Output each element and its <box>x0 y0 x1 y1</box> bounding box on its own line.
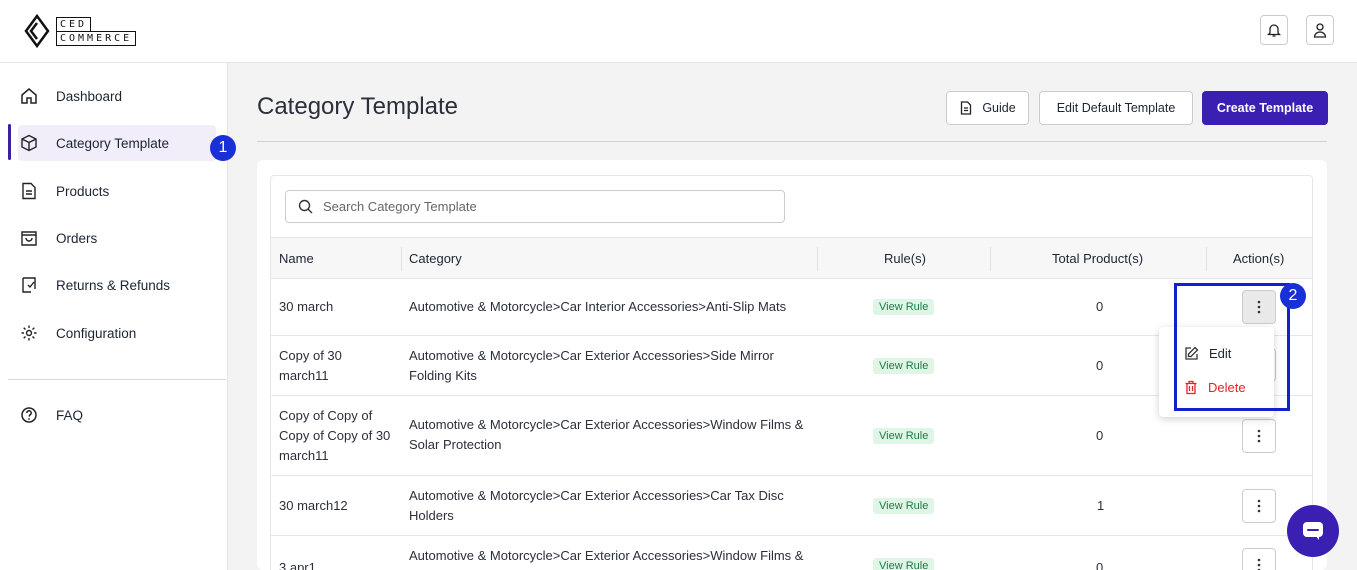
row-name: 3 apr1 <box>279 560 316 570</box>
row-category: Automotive & Motorcycle>Car Exterior Acc… <box>409 417 804 452</box>
row-category: Automotive & Motorcycle>Car Exterior Acc… <box>409 348 774 383</box>
sidebar-item-label: Orders <box>56 230 98 246</box>
row-name: 30 march <box>279 299 334 314</box>
sidebar-divider <box>8 379 226 380</box>
sidebar-item-label: Category Template <box>56 135 170 151</box>
sidebar-item-orders[interactable]: Orders <box>18 220 97 256</box>
chat-launcher-button[interactable] <box>1287 505 1339 557</box>
row-actions-button[interactable] <box>1242 489 1276 523</box>
row-name: Copy of Copy of Copy of Copy of 30 march… <box>279 408 391 463</box>
sidebar-item-label: Dashboard <box>56 88 123 104</box>
home-icon <box>18 85 40 107</box>
table-row: Copy of Copy of Copy of Copy of 30 march… <box>271 396 1312 476</box>
row-total-products: 0 <box>1096 299 1104 314</box>
sidebar-item-dashboard[interactable]: Dashboard <box>18 78 122 114</box>
sidebar-item-products[interactable]: Products <box>18 173 109 209</box>
logo-line1: CED <box>56 16 92 31</box>
row-total-products: 0 <box>1096 358 1104 373</box>
user-icon <box>1313 23 1327 38</box>
column-header-rules[interactable]: Rule(s) <box>884 251 926 266</box>
active-indicator <box>8 124 11 160</box>
cedcommerce-logo[interactable]: CED COMMERCE <box>24 14 137 48</box>
column-header-total-products[interactable]: Total Product(s) <box>1052 251 1143 266</box>
logo-line2: COMMERCE <box>56 30 137 46</box>
create-template-button[interactable]: Create Template <box>1202 91 1328 125</box>
view-rule-button[interactable]: View Rule <box>873 428 935 444</box>
table-header: Name Category Rule(s) Total Product(s) A… <box>271 237 1312 279</box>
top-bar: CED COMMERCE <box>0 0 1357 63</box>
column-header-category[interactable]: Category <box>409 251 462 266</box>
search-icon <box>298 199 313 214</box>
view-rule-button[interactable]: View Rule <box>873 498 935 514</box>
annotation-highlight-box <box>1174 283 1290 411</box>
more-vertical-icon <box>1257 429 1261 443</box>
document-icon <box>18 180 40 202</box>
sidebar-item-returns-refunds[interactable]: Returns & Refunds <box>18 267 170 303</box>
title-divider <box>257 141 1327 142</box>
sidebar-item-label: Configuration <box>56 325 137 341</box>
sidebar-item-label: Products <box>56 183 110 199</box>
more-vertical-icon <box>1257 499 1261 513</box>
document-icon <box>961 101 972 115</box>
bag-icon <box>18 227 40 249</box>
notifications-button[interactable] <box>1260 15 1288 45</box>
annotation-badge-1: 1 <box>210 135 236 161</box>
annotation-badge-2: 2 <box>1280 283 1306 309</box>
logo-mark-icon <box>24 14 50 48</box>
row-actions-button[interactable] <box>1242 548 1276 570</box>
guide-label: Guide <box>982 101 1016 115</box>
row-total-products: 0 <box>1096 428 1104 443</box>
view-rule-button[interactable]: View Rule <box>873 358 935 374</box>
table-row: 3 apr1 Automotive & Motorcycle>Car Exter… <box>271 536 1312 570</box>
page-title: Category Template <box>257 93 458 120</box>
table-row: Copy of 30 march11 Automotive & Motorcyc… <box>271 336 1312 396</box>
sidebar-item-category-template[interactable]: Category Template <box>18 125 216 161</box>
user-profile-button[interactable] <box>1306 15 1334 45</box>
row-actions-button[interactable] <box>1242 419 1276 453</box>
table-row: 30 march Automotive & Motorcycle>Car Int… <box>271 279 1312 336</box>
row-name: 30 march12 <box>279 498 348 513</box>
more-vertical-icon <box>1257 558 1261 570</box>
row-category: Automotive & Motorcycle>Car Interior Acc… <box>409 299 787 314</box>
edit-default-template-button[interactable]: Edit Default Template <box>1039 91 1193 125</box>
sidebar-item-faq[interactable]: FAQ <box>18 397 83 433</box>
sidebar-item-label: FAQ <box>56 407 84 423</box>
row-total-products: 1 <box>1097 498 1105 513</box>
row-category: Automotive & Motorcycle>Car Exterior Acc… <box>409 488 784 523</box>
search-input[interactable]: Search Category Template <box>285 190 785 223</box>
search-placeholder: Search Category Template <box>323 199 477 214</box>
guide-button[interactable]: Guide <box>946 91 1029 125</box>
column-header-actions: Action(s) <box>1233 251 1285 266</box>
cube-icon <box>18 132 40 154</box>
sidebar-item-label: Returns & Refunds <box>56 277 171 293</box>
table-row: 30 march12 Automotive & Motorcycle>Car E… <box>271 476 1312 536</box>
row-category: Automotive & Motorcycle>Car Exterior Acc… <box>409 548 804 563</box>
view-rule-button[interactable]: View Rule <box>873 558 935 570</box>
return-icon <box>18 274 40 296</box>
help-icon <box>18 404 40 426</box>
sidebar-item-configuration[interactable]: Configuration <box>18 315 136 351</box>
gear-icon <box>18 322 40 344</box>
row-total-products: 0 <box>1096 560 1104 570</box>
column-header-name[interactable]: Name <box>279 251 314 266</box>
row-name: Copy of 30 march11 <box>279 348 342 383</box>
view-rule-button[interactable]: View Rule <box>873 299 935 315</box>
bell-icon <box>1267 24 1281 37</box>
chat-icon <box>1303 522 1323 540</box>
